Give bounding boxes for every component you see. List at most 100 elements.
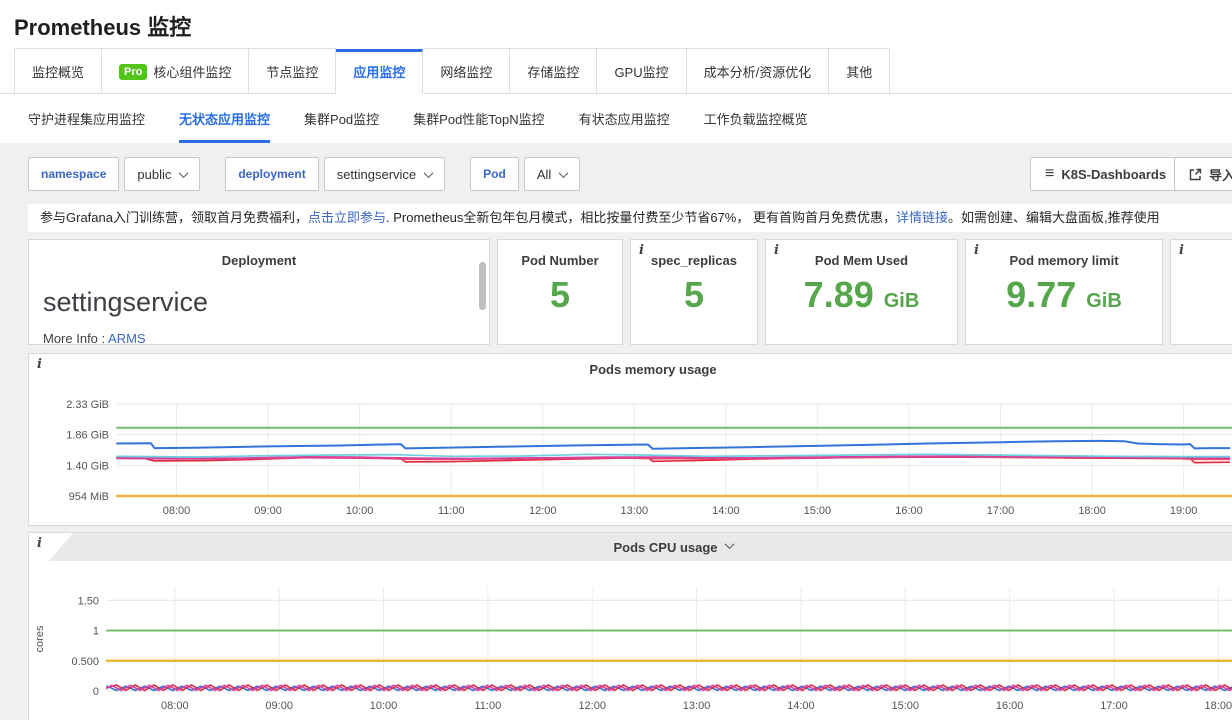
secondary-tab-3[interactable]: 集群Pod性能TopN监控 <box>413 94 544 143</box>
promo-notice: 参与Grafana入门训练营，领取首月免费福利，点击立即参与. Promethe… <box>28 204 1232 232</box>
cpu-chart-canvas: 00.50011.5008:0009:0010:0011:0012:0013:0… <box>29 561 1232 720</box>
primary-tab-2[interactable]: 节点监控 <box>249 48 336 94</box>
svg-text:11:00: 11:00 <box>438 505 465 517</box>
join-now-link[interactable]: 点击立即参与 <box>308 210 386 225</box>
svg-text:1.86 GiB: 1.86 GiB <box>66 430 109 442</box>
secondary-tab-4[interactable]: 有状态应用监控 <box>579 94 670 143</box>
memory-chart-header: Pods memory usage <box>29 354 1232 384</box>
svg-text:15:00: 15:00 <box>891 700 919 712</box>
primary-tab-label: 其他 <box>846 62 872 81</box>
primary-tab-7[interactable]: 成本分析/资源优化 <box>687 48 830 94</box>
stat-value: 5 <box>498 274 622 316</box>
svg-text:1.40 GiB: 1.40 GiB <box>66 460 109 472</box>
deployment-filter: deployment settingservice <box>225 157 445 191</box>
memory-chart-panel: i Pods memory usage 954 MiB 1.40 GiB 1.86 … <box>28 353 1232 526</box>
secondary-tab-2[interactable]: 集群Pod监控 <box>304 94 379 143</box>
svg-text:10:00: 10:00 <box>346 505 374 517</box>
svg-text:14:00: 14:00 <box>787 700 815 712</box>
svg-text:2.33 GiB: 2.33 GiB <box>66 399 109 411</box>
namespace-filter: namespace public <box>28 157 200 191</box>
panel-scrollbar[interactable] <box>479 262 486 310</box>
deployment-label: deployment <box>225 157 318 191</box>
secondary-tab-1[interactable]: 无状态应用监控 <box>179 94 270 143</box>
svg-text:cores: cores <box>34 625 46 652</box>
svg-text:10:00: 10:00 <box>370 700 398 712</box>
primary-tab-5[interactable]: 存储监控 <box>510 48 597 94</box>
svg-text:1: 1 <box>93 626 99 638</box>
info-icon[interactable]: i <box>1179 244 1184 257</box>
cpu-chart-title: Pods CPU usage <box>613 540 717 555</box>
primary-tab-3[interactable]: 应用监控 <box>336 49 423 94</box>
chevron-down-icon <box>559 168 569 178</box>
svg-text:15:00: 15:00 <box>804 505 832 517</box>
filter-bar: namespace public deployment settingservi… <box>28 157 1232 191</box>
pro-badge: Pro <box>119 64 147 80</box>
secondary-tab-0[interactable]: 守护进程集应用监控 <box>28 94 145 143</box>
svg-text:16:00: 16:00 <box>895 505 923 517</box>
primary-tab-bar: 监控概览 Pro 核心组件监控 节点监控 应用监控 网络监控存储监控 GPU监控 成本分析/资… <box>0 48 1232 94</box>
svg-text:09:00: 09:00 <box>254 505 282 517</box>
primary-tab-8[interactable]: 其他 <box>829 48 890 94</box>
info-icon[interactable]: i <box>37 358 42 371</box>
pod-value: All <box>537 167 551 182</box>
info-icon[interactable]: i <box>639 244 644 257</box>
page-title: Prometheus 监控 <box>14 10 1232 40</box>
info-icon[interactable]: i <box>774 244 779 257</box>
cpu-chart-header[interactable]: Pods CPU usage <box>29 533 1232 561</box>
stat-panel-1: ispec_replicas5 <box>630 239 758 345</box>
k8s-dashboards-button[interactable]: ≡ K8S-Dashboards <box>1030 157 1181 191</box>
external-link-icon <box>1189 168 1202 181</box>
stat-panel-partial: i <box>1170 239 1232 345</box>
memory-chart-title: Pods memory usage <box>589 362 716 377</box>
panel-corner <box>49 533 73 561</box>
svg-text:14:00: 14:00 <box>712 505 740 517</box>
import-button[interactable]: 导入G <box>1174 157 1232 191</box>
namespace-label: namespace <box>28 157 119 191</box>
stat-value: 5 <box>631 274 757 316</box>
pod-filter: Pod All <box>470 157 580 191</box>
svg-text:13:00: 13:00 <box>683 700 711 712</box>
stat-value: 7.89 GiB <box>766 274 957 322</box>
notice-text: . Prometheus全新包年包月模式，相比按量付费至少节省67%， 更有首购… <box>386 210 896 225</box>
svg-text:13:00: 13:00 <box>621 505 649 517</box>
more-info-label: More Info : <box>43 331 105 345</box>
primary-tab-label: 成本分析/资源优化 <box>704 62 812 81</box>
primary-tab-label: 节点监控 <box>266 62 318 81</box>
deployment-value: settingservice <box>29 281 489 323</box>
deployment-select[interactable]: settingservice <box>324 157 445 191</box>
pod-label: Pod <box>470 157 519 191</box>
svg-text:19:00: 19:00 <box>1170 505 1198 517</box>
primary-tab-0[interactable]: 监控概览 <box>14 48 102 94</box>
primary-tab-label: 网络监控 <box>440 62 492 81</box>
stat-panel-2: iPod Mem Used7.89 GiB <box>765 239 958 345</box>
details-link[interactable]: 详情链接 <box>896 210 948 225</box>
stat-panels-row: Deployment settingservice More Info : AR… <box>28 239 1232 345</box>
info-icon[interactable]: i <box>37 537 42 550</box>
dashboard-content: namespace public deployment settingservi… <box>0 143 1232 720</box>
hamburger-icon: ≡ <box>1045 165 1054 183</box>
arms-link[interactable]: ARMS <box>108 331 146 345</box>
pod-select[interactable]: All <box>524 157 580 191</box>
stat-title: Pod Number <box>498 253 622 268</box>
primary-tab-label: GPU监控 <box>614 62 668 81</box>
primary-tab-label: 应用监控 <box>353 62 405 81</box>
stat-unit: GiB <box>1086 290 1122 312</box>
stat-value: 9.77 GiB <box>966 274 1162 322</box>
namespace-select[interactable]: public <box>124 157 200 191</box>
primary-tab-6[interactable]: GPU监控 <box>597 48 686 94</box>
info-icon[interactable]: i <box>974 244 979 257</box>
k8s-dashboards-label: K8S-Dashboards <box>1061 167 1166 182</box>
primary-tab-1[interactable]: Pro 核心组件监控 <box>102 48 249 94</box>
more-info: More Info : ARMS <box>43 331 146 345</box>
secondary-tab-5[interactable]: 工作负载监控概览 <box>704 94 808 143</box>
svg-text:1.50: 1.50 <box>78 595 99 607</box>
primary-tab-4[interactable]: 网络监控 <box>423 48 510 94</box>
svg-text:17:00: 17:00 <box>987 505 1015 517</box>
import-label: 导入G <box>1209 165 1232 184</box>
cpu-chart-panel: Pods CPU usage i 00.50011.5008:0009:0010… <box>28 532 1232 720</box>
svg-text:954 MiB: 954 MiB <box>69 491 109 503</box>
svg-text:11:00: 11:00 <box>475 700 502 712</box>
primary-tab-label: 核心组件监控 <box>153 62 231 81</box>
svg-text:09:00: 09:00 <box>265 700 293 712</box>
deployment-value: settingservice <box>337 167 416 182</box>
